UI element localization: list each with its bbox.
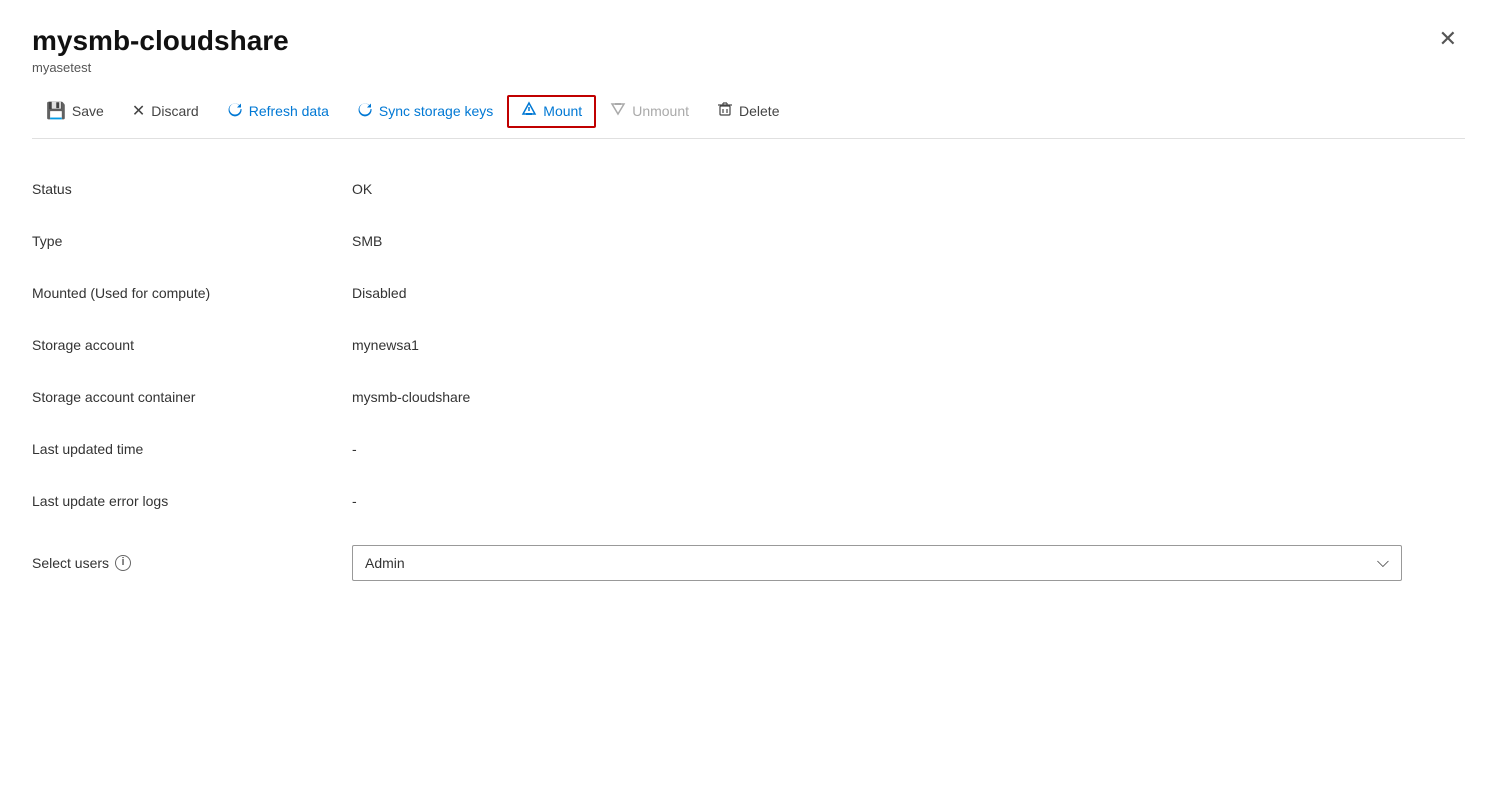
select-users-value: Admin — [365, 555, 405, 571]
mount-icon — [521, 101, 537, 122]
field-label-4: Storage account container — [32, 371, 352, 423]
field-label-5: Last updated time — [32, 423, 352, 475]
select-users-dropdown-container: Admin ⌵ — [352, 527, 1465, 599]
close-button[interactable]: ✕ — [1431, 24, 1465, 54]
chevron-down-icon: ⌵ — [1377, 554, 1389, 572]
field-label-0: Status — [32, 163, 352, 215]
field-label-6: Last update error logs — [32, 475, 352, 527]
sync-label: Sync storage keys — [379, 103, 493, 119]
header: mysmb-cloudshare myasetest ✕ — [32, 24, 1465, 75]
unmount-icon — [610, 101, 626, 122]
field-value-0: OK — [352, 163, 1465, 215]
field-value-2: Disabled — [352, 267, 1465, 319]
title-block: mysmb-cloudshare myasetest — [32, 24, 289, 75]
sync-icon — [357, 101, 373, 122]
discard-icon: ✕ — [132, 101, 145, 121]
select-users-info-icon: i — [115, 555, 131, 571]
field-label-3: Storage account — [32, 319, 352, 371]
refresh-label: Refresh data — [249, 103, 329, 119]
select-users-text: Select users — [32, 555, 109, 571]
field-value-5: - — [352, 423, 1465, 475]
mount-button[interactable]: Mount — [507, 95, 596, 128]
save-button[interactable]: 💾 Save — [32, 95, 118, 127]
delete-label: Delete — [739, 103, 779, 119]
unmount-button[interactable]: Unmount — [596, 95, 703, 128]
select-users-dropdown[interactable]: Admin ⌵ — [352, 545, 1402, 581]
toolbar: 💾 Save ✕ Discard Refresh data Sync stora… — [32, 95, 1465, 139]
delete-icon — [717, 101, 733, 122]
field-label-1: Type — [32, 215, 352, 267]
field-value-1: SMB — [352, 215, 1465, 267]
panel: mysmb-cloudshare myasetest ✕ 💾 Save ✕ Di… — [0, 0, 1497, 808]
unmount-label: Unmount — [632, 103, 689, 119]
discard-label: Discard — [151, 103, 198, 119]
field-value-4: mysmb-cloudshare — [352, 371, 1465, 423]
field-value-6: - — [352, 475, 1465, 527]
save-icon: 💾 — [46, 101, 66, 121]
refresh-button[interactable]: Refresh data — [213, 95, 343, 128]
content-grid: StatusOKTypeSMBMounted (Used for compute… — [32, 163, 1465, 599]
sync-button[interactable]: Sync storage keys — [343, 95, 507, 128]
delete-button[interactable]: Delete — [703, 95, 793, 128]
discard-button[interactable]: ✕ Discard — [118, 95, 213, 127]
field-label-2: Mounted (Used for compute) — [32, 267, 352, 319]
mount-label: Mount — [543, 103, 582, 119]
field-value-3: mynewsa1 — [352, 319, 1465, 371]
save-label: Save — [72, 103, 104, 119]
page-subtitle: myasetest — [32, 60, 289, 75]
page-title: mysmb-cloudshare — [32, 24, 289, 58]
refresh-icon — [227, 101, 243, 122]
select-users-label: Select users i — [32, 527, 352, 599]
